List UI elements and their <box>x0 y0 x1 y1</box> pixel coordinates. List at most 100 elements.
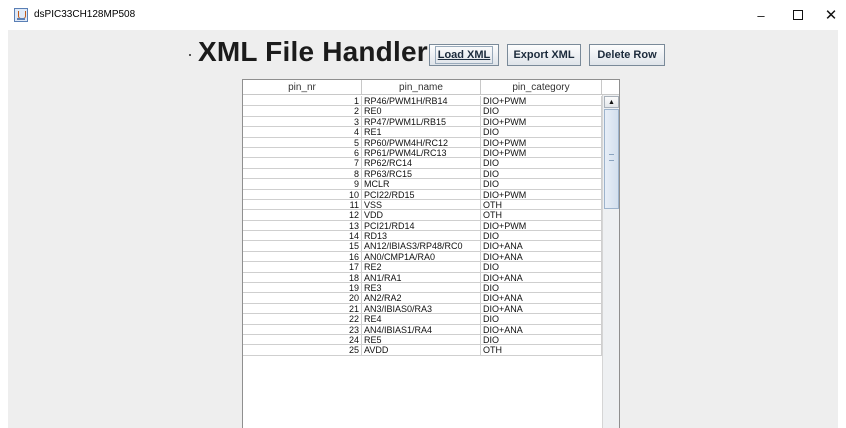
cell-pin-category[interactable]: DIO <box>481 283 602 294</box>
cell-pin-name[interactable]: RE4 <box>362 314 481 325</box>
table-row[interactable]: 3 RP47/PWM1L/RB15 DIO+PWM <box>243 116 602 128</box>
cell-pin-nr[interactable]: 12 <box>243 210 362 221</box>
cell-pin-name[interactable]: RE2 <box>362 262 481 273</box>
cell-pin-category[interactable]: DIO <box>481 158 602 169</box>
cell-pin-category[interactable]: DIO <box>481 262 602 273</box>
cell-pin-nr[interactable]: 3 <box>243 116 362 128</box>
delete-row-button[interactable]: Delete Row <box>589 44 665 66</box>
vertical-scrollbar[interactable]: ▲ ▼ <box>602 95 619 428</box>
table-row[interactable]: 19 RE3 DIO <box>243 283 602 294</box>
cell-pin-name[interactable]: VSS <box>362 199 481 211</box>
cell-pin-category[interactable]: DIO+ANA <box>481 272 602 284</box>
cell-pin-name[interactable]: AN2/RA2 <box>362 293 481 304</box>
table-row[interactable]: 18 AN1/RA1 DIO+ANA <box>243 272 602 284</box>
cell-pin-category[interactable]: DIO <box>481 168 602 180</box>
table-row[interactable]: 23 AN4/IBIAS1/RA4 DIO+ANA <box>243 324 602 335</box>
cell-pin-name[interactable]: PCI22/RD15 <box>362 189 481 200</box>
table-row[interactable]: 14 RD13 DIO <box>243 231 602 242</box>
cell-pin-name[interactable]: RP63/RC15 <box>362 168 481 180</box>
table-row[interactable]: 6 RP61/PWM4L/RC13 DIO+PWM <box>243 147 602 159</box>
cell-pin-category[interactable]: DIO <box>481 314 602 325</box>
cell-pin-name[interactable]: RP61/PWM4L/RC13 <box>362 147 481 159</box>
cell-pin-nr[interactable]: 8 <box>243 168 362 180</box>
cell-pin-nr[interactable]: 11 <box>243 199 362 211</box>
cell-pin-category[interactable]: OTH <box>481 210 602 221</box>
cell-pin-nr[interactable]: 14 <box>243 231 362 242</box>
cell-pin-nr[interactable]: 1 <box>243 96 362 107</box>
close-button[interactable]: ✕ <box>808 0 846 30</box>
cell-pin-nr[interactable]: 16 <box>243 251 362 263</box>
table-row[interactable]: 20 AN2/RA2 DIO+ANA <box>243 293 602 304</box>
table-row[interactable]: 24 RE5 DIO <box>243 334 602 346</box>
cell-pin-category[interactable]: DIO+ANA <box>481 324 602 335</box>
cell-pin-nr[interactable]: 17 <box>243 262 362 273</box>
cell-pin-nr[interactable]: 5 <box>243 137 362 148</box>
table-row[interactable]: 13 PCI21/RD14 DIO+PWM <box>243 220 602 232</box>
table-row[interactable]: 17 RE2 DIO <box>243 262 602 273</box>
table-row[interactable]: 21 AN3/IBIAS0/RA3 DIO+ANA <box>243 303 602 315</box>
table-row[interactable]: 12 VDD OTH <box>243 210 602 221</box>
cell-pin-category[interactable]: DIO+PWM <box>481 116 602 128</box>
scrollbar-thumb[interactable] <box>604 109 619 209</box>
table-row[interactable]: 5 RP60/PWM4H/RC12 DIO+PWM <box>243 137 602 148</box>
load-xml-button[interactable]: Load XML <box>429 44 499 66</box>
cell-pin-nr[interactable]: 18 <box>243 272 362 284</box>
table-row[interactable]: 11 VSS OTH <box>243 199 602 211</box>
cell-pin-category[interactable]: DIO <box>481 231 602 242</box>
cell-pin-category[interactable]: DIO+PWM <box>481 96 602 107</box>
column-header-pin-name[interactable]: pin_name <box>362 80 481 95</box>
table-row[interactable]: 9 MCLR DIO <box>243 179 602 190</box>
table-row[interactable]: 1 RP46/PWM1H/RB14 DIO+PWM <box>243 96 602 107</box>
cell-pin-name[interactable]: RP62/RC14 <box>362 158 481 169</box>
cell-pin-category[interactable]: DIO+ANA <box>481 241 602 252</box>
cell-pin-nr[interactable]: 9 <box>243 179 362 190</box>
scroll-up-button[interactable]: ▲ <box>604 96 619 108</box>
table-row[interactable]: 10 PCI22/RD15 DIO+PWM <box>243 189 602 200</box>
table-row[interactable]: 16 AN0/CMP1A/RA0 DIO+ANA <box>243 251 602 263</box>
cell-pin-name[interactable]: MCLR <box>362 179 481 190</box>
cell-pin-name[interactable]: RP47/PWM1L/RB15 <box>362 116 481 128</box>
cell-pin-name[interactable]: PCI21/RD14 <box>362 220 481 232</box>
cell-pin-category[interactable]: DIO <box>481 106 602 117</box>
cell-pin-category[interactable]: DIO+PWM <box>481 147 602 159</box>
cell-pin-name[interactable]: RE0 <box>362 106 481 117</box>
cell-pin-category[interactable]: DIO+ANA <box>481 251 602 263</box>
cell-pin-name[interactable]: RP46/PWM1H/RB14 <box>362 96 481 107</box>
cell-pin-name[interactable]: AN3/IBIAS0/RA3 <box>362 303 481 315</box>
export-xml-button[interactable]: Export XML <box>507 44 581 66</box>
column-header-pin-category[interactable]: pin_category <box>481 80 602 95</box>
column-header-pin-nr[interactable]: pin_nr <box>243 80 362 95</box>
cell-pin-nr[interactable]: 6 <box>243 147 362 159</box>
cell-pin-name[interactable]: AN12/IBIAS3/RP48/RC0 <box>362 241 481 252</box>
table-row[interactable]: 4 RE1 DIO <box>243 127 602 138</box>
cell-pin-nr[interactable]: 21 <box>243 303 362 315</box>
cell-pin-name[interactable]: RP60/PWM4H/RC12 <box>362 137 481 148</box>
cell-pin-nr[interactable]: 4 <box>243 127 362 138</box>
cell-pin-nr[interactable]: 15 <box>243 241 362 252</box>
cell-pin-name[interactable]: RE1 <box>362 127 481 138</box>
cell-pin-name[interactable]: AN1/RA1 <box>362 272 481 284</box>
cell-pin-category[interactable]: DIO+PWM <box>481 220 602 232</box>
cell-pin-category[interactable]: DIO <box>481 127 602 138</box>
cell-pin-category[interactable]: OTH <box>481 345 602 356</box>
cell-pin-name[interactable]: RE5 <box>362 334 481 346</box>
cell-pin-category[interactable]: DIO <box>481 179 602 190</box>
cell-pin-nr[interactable]: 24 <box>243 334 362 346</box>
cell-pin-nr[interactable]: 2 <box>243 106 362 117</box>
cell-pin-name[interactable]: AN4/IBIAS1/RA4 <box>362 324 481 335</box>
cell-pin-category[interactable]: DIO+PWM <box>481 189 602 200</box>
cell-pin-category[interactable]: DIO <box>481 334 602 346</box>
cell-pin-nr[interactable]: 20 <box>243 293 362 304</box>
cell-pin-category[interactable]: DIO+ANA <box>481 293 602 304</box>
cell-pin-name[interactable]: RE3 <box>362 283 481 294</box>
table-row[interactable]: 22 RE4 DIO <box>243 314 602 325</box>
cell-pin-category[interactable]: DIO+PWM <box>481 137 602 148</box>
cell-pin-nr[interactable]: 10 <box>243 189 362 200</box>
cell-pin-category[interactable]: OTH <box>481 199 602 211</box>
cell-pin-nr[interactable]: 25 <box>243 345 362 356</box>
table-row[interactable]: 8 RP63/RC15 DIO <box>243 168 602 180</box>
cell-pin-name[interactable]: VDD <box>362 210 481 221</box>
table-row[interactable]: 25 AVDD OTH <box>243 345 602 356</box>
table-row[interactable]: 2 RE0 DIO <box>243 106 602 117</box>
cell-pin-nr[interactable]: 13 <box>243 220 362 232</box>
